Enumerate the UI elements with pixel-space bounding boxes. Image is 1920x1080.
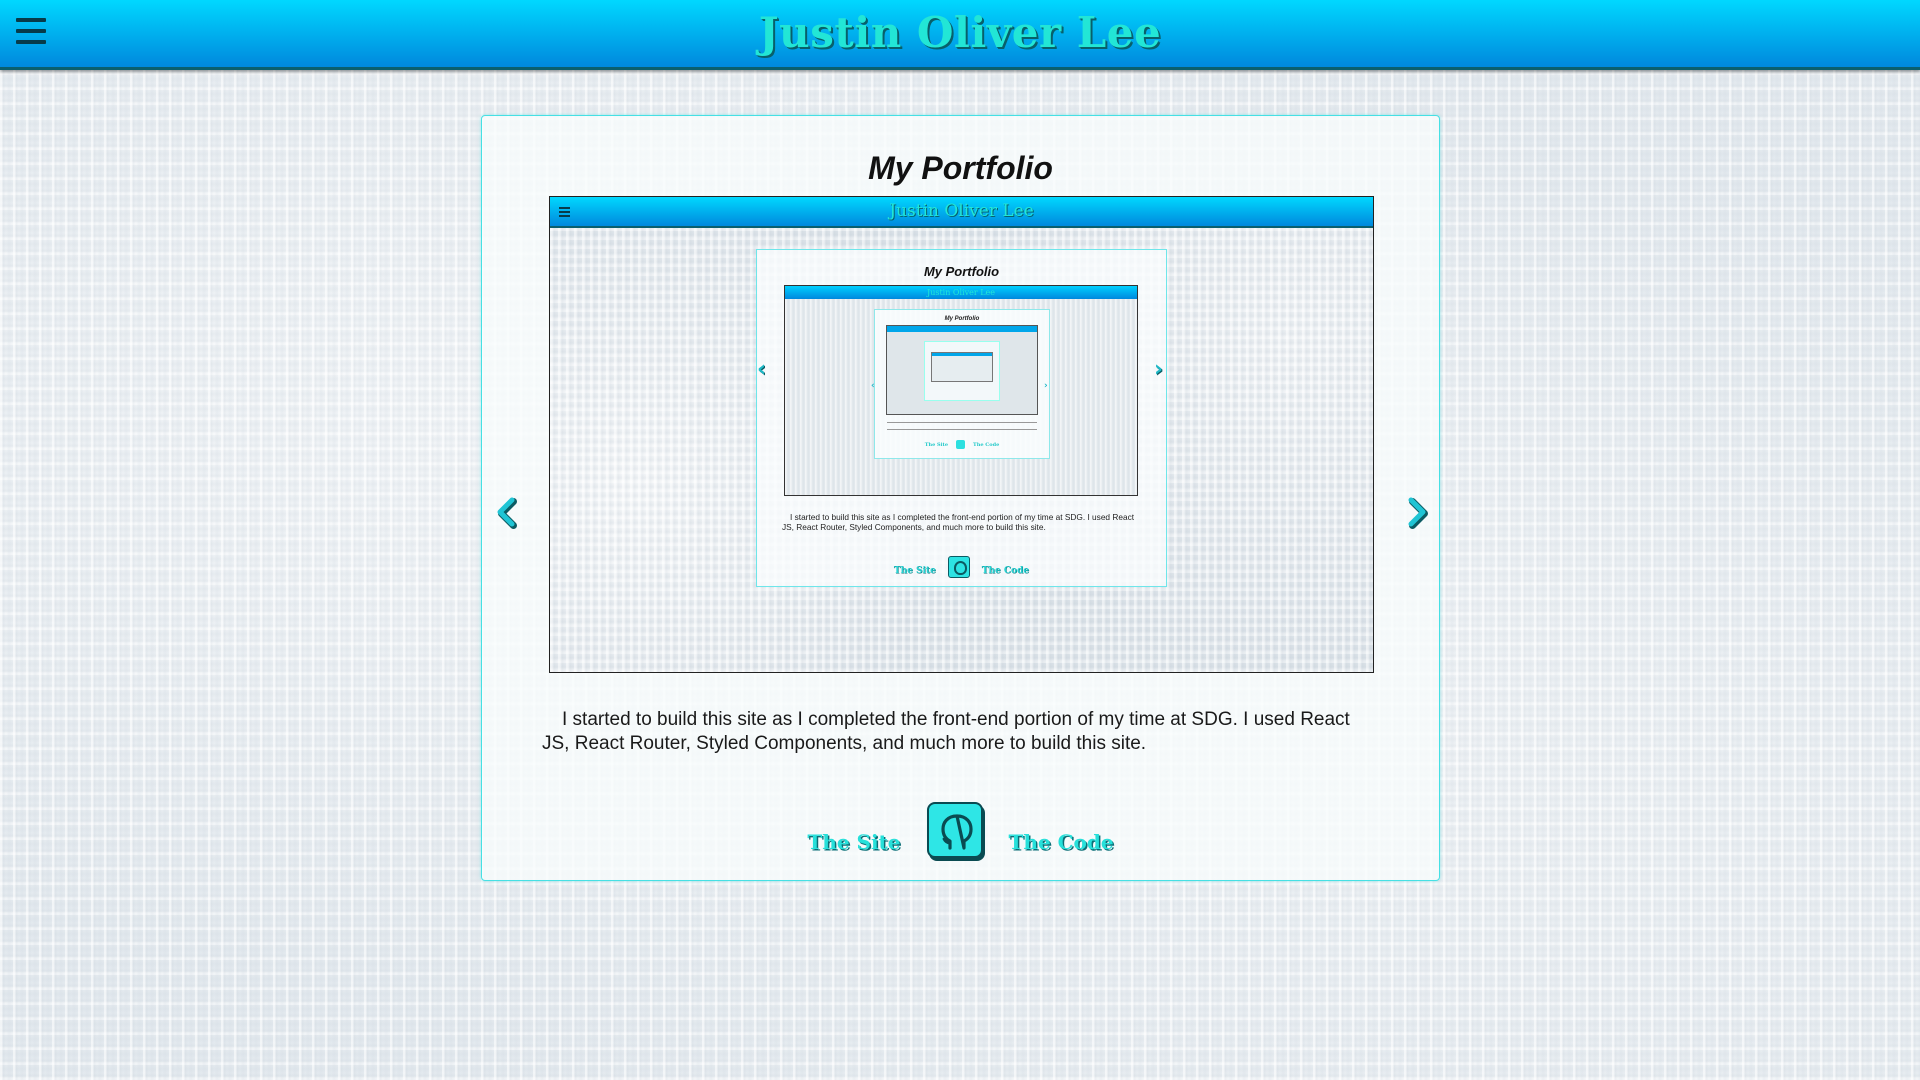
nested-card: My Portfolio The Site The Code — [874, 309, 1050, 459]
carousel-next-button[interactable] — [1403, 492, 1433, 532]
screenshot-header: Justin Oliver Lee — [550, 197, 1373, 228]
code-link[interactable]: The Code — [1009, 830, 1114, 854]
nested-inner-screenshot — [886, 325, 1038, 415]
nested-code-link: The Code — [973, 442, 1000, 448]
nested-links: The Site The Code — [875, 440, 1049, 449]
nested-deep-header — [932, 353, 992, 356]
screenshot-prev-arrow-icon: ‹ — [757, 357, 767, 382]
screenshot-site-link: The Site — [893, 566, 936, 576]
site-link[interactable]: The Site — [807, 830, 900, 854]
nested-description — [887, 422, 1037, 430]
nested-screenshot: Justin Oliver Lee My Portfolio The Site T… — [784, 285, 1138, 496]
portfolio-card: My Portfolio Justin Oliver Lee My Portfo… — [481, 115, 1440, 881]
nested-inner-card — [924, 341, 1000, 401]
screenshot-card-title: My Portfolio — [923, 264, 1000, 279]
portfolio-description: I started to build this site as I comple… — [542, 709, 1350, 754]
portfolio-links: The Site The Code — [482, 802, 1439, 862]
screenshot-description: I started to build this site as I comple… — [782, 512, 1135, 532]
screenshot-site-title: Justin Oliver Lee — [889, 201, 1034, 221]
nested-prev-arrow-icon: ‹ — [871, 381, 875, 391]
screenshot-code-link: The Code — [981, 566, 1030, 576]
site-title: Justin Oliver Lee — [758, 8, 1162, 57]
github-button[interactable] — [926, 802, 983, 858]
nested-site-link: The Site — [924, 442, 948, 448]
carousel-prev-button[interactable] — [490, 492, 520, 532]
nested-header: Justin Oliver Lee — [785, 286, 1137, 299]
screenshot-github-icon — [947, 556, 970, 578]
github-icon — [940, 814, 973, 850]
nested-inner-header — [887, 326, 1037, 332]
nested-next-arrow-icon: › — [1044, 381, 1048, 391]
chevron-right-icon — [1408, 497, 1428, 529]
chevron-left-icon — [497, 497, 517, 529]
top-header: Justin Oliver Lee — [0, 0, 1920, 70]
portfolio-screenshot: Justin Oliver Lee My Portfolio Justin Ol… — [549, 196, 1374, 673]
screenshot-next-arrow-icon: › — [1154, 357, 1164, 382]
nested-card-title: My Portfolio — [944, 316, 980, 322]
portfolio-title: My Portfolio — [868, 150, 1053, 186]
nested-deep-screenshot — [931, 352, 993, 382]
screenshot-links: The Site The Code — [757, 556, 1166, 578]
nested-github-icon — [956, 440, 965, 449]
screenshot-card: My Portfolio Justin Oliver Lee My Portfo… — [756, 249, 1167, 587]
